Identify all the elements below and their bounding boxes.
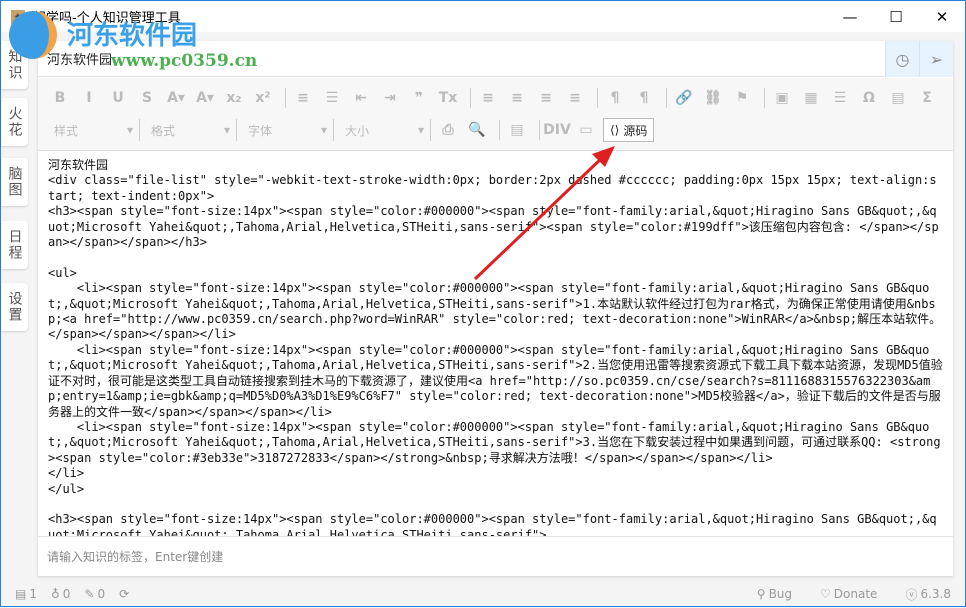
- toolbar-row1-14-icon[interactable]: Tx: [436, 86, 460, 110]
- toolbar-row1-33-icon[interactable]: Σ: [915, 86, 939, 110]
- toolbar-separator: [539, 120, 540, 140]
- toolbar-row1-29-icon[interactable]: ▦: [799, 86, 823, 110]
- toolbar-row1-31-icon[interactable]: Ω: [857, 86, 881, 110]
- style-select[interactable]: 样式 ▾: [48, 119, 140, 141]
- minimize-button[interactable]: —: [827, 1, 873, 32]
- send-icon: ➢: [929, 49, 944, 69]
- bug-label: Bug: [768, 587, 793, 601]
- edit-count: ✎ 0: [84, 587, 105, 601]
- like-count-value: 0: [62, 587, 71, 601]
- version-icon: ⓥ: [905, 587, 918, 602]
- caret-down-icon: ▾: [223, 123, 230, 137]
- toolbar-separator: [666, 88, 667, 108]
- sync-button[interactable]: ⟳: [119, 587, 129, 601]
- toolbar-row2icons-3-icon[interactable]: ▤: [505, 118, 529, 142]
- sidebar-tab-spark[interactable]: 火花: [1, 98, 28, 146]
- donate-link[interactable]: ♡ Donate: [820, 586, 877, 603]
- doc-count-value: 1: [29, 587, 37, 601]
- toolbar-row1-21-icon[interactable]: ¶: [603, 86, 627, 110]
- app-icon: ◈: [11, 9, 25, 24]
- doc-count: ▤ 1: [15, 587, 37, 601]
- toolbar-row1-4-icon[interactable]: A▾: [164, 86, 188, 110]
- toolbar-row1-5-icon[interactable]: A▾: [193, 86, 217, 110]
- toolbar-row1-24-icon[interactable]: 🔗: [672, 86, 696, 110]
- source-button[interactable]: ⟨⟩ 源码: [603, 118, 655, 142]
- sidebar-tab-mindmap[interactable]: 脑图: [1, 158, 28, 206]
- title-input[interactable]: [38, 41, 884, 77]
- sidebar-tab-settings[interactable]: 设置: [1, 283, 28, 331]
- toolbar-row1-13-icon[interactable]: ❞: [407, 86, 431, 110]
- close-button[interactable]: ✕: [919, 1, 965, 32]
- caret-down-icon: ▾: [320, 123, 327, 137]
- editor-toolbar: B I U S A▾ A▾ x₂ x² ≡ ☰ ⇤ ⇥ ❞ Tx ≡ ≡ ≡ ≡ ¶ ¶ 🔗 ⛓ ⚑ ▣ ▦ ☰ Ω ▤ Σ 样式 ▾ 格…: [38, 78, 953, 151]
- size-select-label: 大小: [345, 123, 370, 138]
- status-bar: ▤ 1 ♁ 0 ✎ 0 ⟳ ⚲ Bug ♡ Donate ⓥ 6.3.8: [1, 582, 965, 606]
- edit-count-value: 0: [97, 587, 106, 601]
- version-info[interactable]: ⓥ 6.3.8: [905, 586, 951, 603]
- toolbar-row1-25-icon[interactable]: ⛓: [701, 86, 725, 110]
- window-title: 想学吗-个人知识管理工具: [33, 11, 181, 26]
- editor-card: ◷ ➢ BIUSA▾A▾x₂x²≡☰⇤⇥❞Tx≡≡≡≡¶¶🔗⛓⚑▣▦☰Ω▤Σ 样…: [38, 41, 953, 576]
- format-select[interactable]: 格式 ▾: [145, 119, 237, 141]
- toolbar-row1-32-icon[interactable]: ▤: [886, 86, 910, 110]
- source-button-label: 源码: [623, 123, 648, 138]
- format-select-label: 格式: [151, 123, 176, 138]
- toolbar-row1-30-icon[interactable]: ☰: [828, 86, 852, 110]
- toolbar-row1-1-icon[interactable]: I: [77, 86, 101, 110]
- caret-down-icon: ▾: [126, 123, 133, 137]
- toolbar-row1-10-icon[interactable]: ☰: [320, 86, 344, 110]
- toolbar-row1-3-icon[interactable]: S: [135, 86, 159, 110]
- source-editor[interactable]: 河东软件园 <div class="file-list" style="-web…: [38, 152, 953, 536]
- tag-input[interactable]: [38, 536, 953, 576]
- heart-icon: ♡: [820, 587, 831, 601]
- sidebar-tab-knowledge[interactable]: 知识: [1, 41, 28, 89]
- pencil-icon: ✎: [84, 587, 95, 601]
- version-label: 6.3.8: [920, 587, 951, 601]
- sidebar-tab-schedule[interactable]: 日程: [1, 221, 28, 269]
- font-select[interactable]: 字体 ▾: [242, 119, 334, 141]
- toolbar-row1-28-icon[interactable]: ▣: [770, 86, 794, 110]
- toolbar-row1-17-icon[interactable]: ≡: [505, 86, 529, 110]
- toolbar-separator: [470, 88, 471, 108]
- style-select-label: 样式: [54, 123, 79, 138]
- source-code-icon: ⟨⟩: [610, 123, 620, 137]
- toolbar-row1-0-icon[interactable]: B: [48, 86, 72, 110]
- toolbar-row2icons-5-icon[interactable]: DIV: [543, 118, 571, 142]
- size-select[interactable]: 大小 ▾: [339, 119, 431, 141]
- toolbar-row1-6-icon[interactable]: x₂: [222, 86, 246, 110]
- document-icon: ▤: [15, 587, 27, 601]
- maximize-button[interactable]: ☐: [873, 1, 919, 32]
- toolbar-separator: [285, 88, 286, 108]
- toolbar-row1-16-icon[interactable]: ≡: [476, 86, 500, 110]
- toolbar-row1-11-icon[interactable]: ⇤: [349, 86, 373, 110]
- toolbar-separator: [764, 88, 765, 108]
- toolbar-row2icons-0-icon[interactable]: ⎙: [436, 118, 460, 142]
- sync-icon: ⟳: [119, 587, 130, 601]
- toolbar-separator: [597, 88, 598, 108]
- clock-icon: ◷: [895, 49, 910, 69]
- donate-label: Donate: [833, 587, 878, 601]
- toolbar-row2icons-1-icon[interactable]: 🔍: [465, 118, 489, 142]
- toolbar-row1-19-icon[interactable]: ≡: [563, 86, 587, 110]
- toolbar-row1-9-icon[interactable]: ≡: [291, 86, 315, 110]
- thumb-icon: ♁: [50, 587, 60, 601]
- title-bar: ◈ 想学吗-个人知识管理工具 — ☐ ✕: [1, 1, 965, 32]
- bug-link[interactable]: ⚲ Bug: [757, 586, 792, 603]
- toolbar-separator: [499, 120, 500, 140]
- send-button[interactable]: ➢: [919, 41, 953, 77]
- toolbar-row1-26-icon[interactable]: ⚑: [730, 86, 754, 110]
- toolbar-row1-12-icon[interactable]: ⇥: [378, 86, 402, 110]
- caret-down-icon: ▾: [417, 123, 424, 137]
- toolbar-row1-18-icon[interactable]: ≡: [534, 86, 558, 110]
- bug-icon: ⚲: [756, 587, 766, 601]
- like-count: ♁ 0: [51, 587, 70, 601]
- toolbar-row1-2-icon[interactable]: U: [106, 86, 130, 110]
- font-select-label: 字体: [248, 123, 273, 138]
- toolbar-row1-22-icon[interactable]: ¶: [632, 86, 656, 110]
- toolbar-row1-7-icon[interactable]: x²: [251, 86, 275, 110]
- history-button[interactable]: ◷: [885, 41, 919, 77]
- toolbar-row2icons-6-icon[interactable]: ▭: [574, 118, 598, 142]
